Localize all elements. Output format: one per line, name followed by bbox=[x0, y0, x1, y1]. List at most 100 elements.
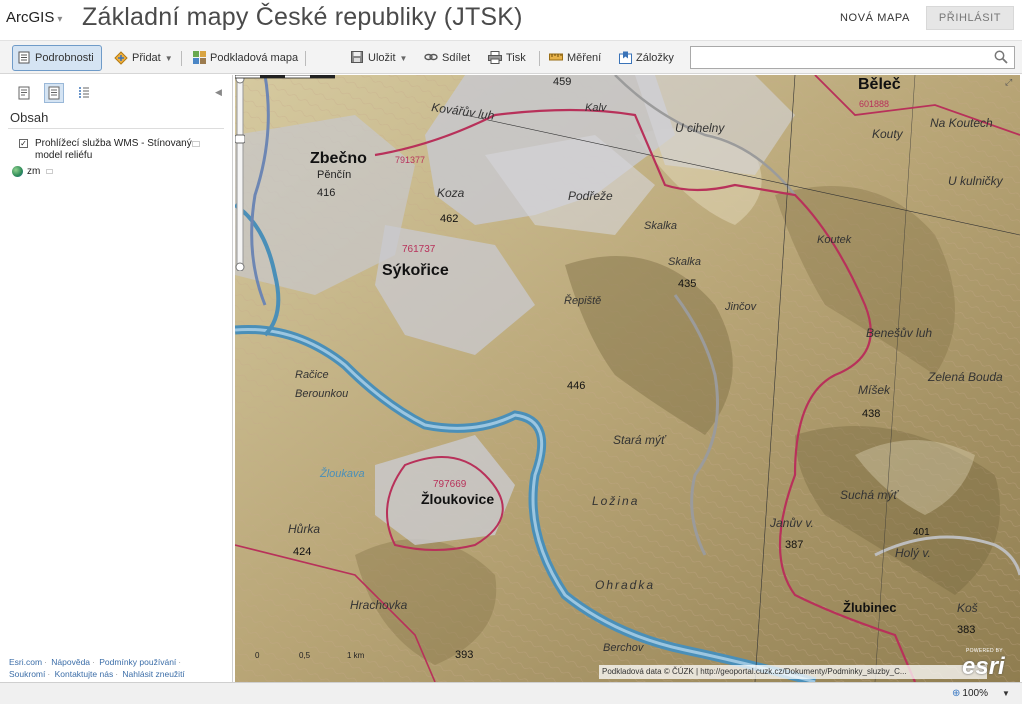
map-label: Míšek bbox=[858, 383, 891, 397]
contents-panel: ◀ Obsah ✓ Prohlížecí služba WMS - Stínov… bbox=[0, 75, 233, 682]
map-label: Suchá mýť bbox=[840, 488, 899, 502]
print-button[interactable]: Tisk bbox=[484, 45, 530, 71]
sublayer-name[interactable]: zm bbox=[27, 166, 40, 177]
search-input[interactable] bbox=[690, 46, 1015, 69]
share-button[interactable]: Sdílet bbox=[420, 45, 474, 71]
save-label: Uložit bbox=[368, 52, 396, 64]
expand-map-icon[interactable]: ⤢ bbox=[1005, 77, 1012, 88]
map-label: 401 bbox=[913, 527, 930, 538]
footer-link[interactable]: Kontaktujte nás bbox=[55, 669, 114, 679]
tab-about[interactable] bbox=[14, 83, 34, 103]
map-label: 446 bbox=[567, 380, 585, 392]
map-label: Račice bbox=[295, 369, 329, 381]
add-icon bbox=[114, 51, 128, 65]
map-label: Běleč bbox=[858, 76, 901, 93]
map-label: Berounkou bbox=[295, 388, 348, 400]
scale-label: 1 km bbox=[347, 651, 365, 660]
new-map-link[interactable]: NOVÁ MAPA bbox=[840, 12, 910, 24]
basemap-button[interactable]: Podkladová mapa bbox=[188, 45, 302, 71]
save-button[interactable]: Uložit ▼ bbox=[346, 45, 411, 71]
chevron-down-icon: ▼ bbox=[164, 53, 173, 63]
brand-label: ArcGIS bbox=[6, 9, 55, 26]
map-label: 601888 bbox=[859, 99, 889, 109]
sign-in-button[interactable]: PŘIHLÁSIT bbox=[926, 6, 1014, 30]
details-label: Podrobnosti bbox=[35, 52, 94, 64]
panel-heading: Obsah bbox=[10, 110, 49, 125]
map-label: 791377 bbox=[395, 155, 425, 165]
footer-link[interactable]: Podmínky používání bbox=[99, 657, 176, 667]
zoom-value: 100% bbox=[962, 688, 988, 699]
bookmark-icon bbox=[618, 51, 632, 65]
ruler-icon bbox=[549, 51, 563, 65]
add-label: Přidat bbox=[132, 52, 161, 64]
add-button[interactable]: Přidat ▼ bbox=[110, 45, 177, 71]
map-label: Podřeže bbox=[568, 189, 613, 203]
chevron-down-icon: ▾ bbox=[57, 14, 63, 25]
layers-list-icon bbox=[48, 86, 60, 100]
tab-legend[interactable] bbox=[74, 83, 94, 103]
layer-item: ✓ Prohlížecí služba WMS - Stínovaný mode… bbox=[19, 138, 195, 162]
map-label: 383 bbox=[957, 624, 975, 636]
map-label: 435 bbox=[678, 278, 696, 290]
map-view[interactable]: 459 Kalv Kovářův luh Běleč 601888 Kouty … bbox=[235, 75, 1020, 682]
zoom-handle bbox=[235, 134, 245, 144]
map-label: Koza bbox=[437, 186, 465, 200]
map-label: 459 bbox=[553, 76, 571, 88]
map-label: Janův v. bbox=[769, 516, 814, 530]
map-label: 393 bbox=[455, 649, 473, 661]
map-attribution: Podkladová data © ČÚZK | http://geoporta… bbox=[599, 665, 987, 679]
toolbar-divider bbox=[181, 51, 182, 66]
map-label: 438 bbox=[862, 408, 880, 420]
map-label: Kalv bbox=[585, 102, 608, 114]
bookmarks-button[interactable]: Záložky bbox=[614, 45, 678, 71]
panel-tabs bbox=[14, 83, 94, 103]
measure-button[interactable]: Měření bbox=[545, 45, 605, 71]
map-label: Žlubinec bbox=[843, 600, 896, 615]
map-label: Koš bbox=[957, 601, 978, 615]
map-label: Hrachovka bbox=[350, 598, 408, 612]
arcgis-menu[interactable]: ArcGIS ▾ bbox=[6, 9, 62, 26]
document-icon bbox=[18, 86, 30, 100]
link-icon bbox=[424, 51, 438, 65]
map-label: 424 bbox=[293, 546, 311, 558]
sublayer-options-icon[interactable] bbox=[46, 169, 54, 174]
layer-options-icon[interactable] bbox=[192, 141, 200, 147]
map-label: 797669 bbox=[433, 479, 467, 490]
map-label: 387 bbox=[785, 539, 803, 551]
map-label: Stará mýť bbox=[613, 433, 667, 447]
divider bbox=[8, 128, 224, 129]
print-label: Tisk bbox=[506, 52, 526, 64]
map-label: Holý v. bbox=[895, 546, 931, 560]
footer-link[interactable]: Nahlásit zneužití bbox=[122, 669, 184, 679]
footer-links: Esri.com · Nápověda · Podmínky používání · … bbox=[9, 657, 185, 679]
toolbar-divider bbox=[539, 51, 540, 66]
zoom-slider[interactable] bbox=[235, 75, 245, 271]
map-label: Řepiště bbox=[564, 294, 601, 307]
esri-logo[interactable]: esri bbox=[962, 653, 1005, 681]
map-label: 761737 bbox=[402, 244, 436, 255]
printer-icon bbox=[488, 51, 502, 65]
scale-label: 0 bbox=[255, 651, 260, 660]
legend-icon bbox=[79, 87, 89, 98]
footer-link[interactable]: Esri.com bbox=[9, 657, 42, 667]
footer-link[interactable]: Soukromí bbox=[9, 669, 45, 679]
zoom-level-control[interactable]: ⊕ 100% ▼ bbox=[952, 688, 1010, 699]
collapse-panel-icon[interactable]: ◀ bbox=[215, 87, 222, 98]
layer-name[interactable]: Prohlížecí služba WMS - Stínovaný model … bbox=[35, 138, 195, 162]
layer-visibility-checkbox[interactable]: ✓ bbox=[19, 139, 28, 148]
search-icon[interactable] bbox=[994, 50, 1008, 64]
details-button[interactable]: Podrobnosti bbox=[12, 45, 102, 71]
map-label: Žloukava bbox=[319, 467, 365, 480]
map-label: U cihelny bbox=[675, 121, 725, 135]
basemap-icon bbox=[192, 51, 206, 65]
map-label: Zbečno bbox=[310, 150, 367, 167]
share-label: Sdílet bbox=[442, 52, 471, 64]
map-label: Ohradka bbox=[595, 578, 655, 592]
app-header: ArcGIS ▾ Základní mapy České republiky (J… bbox=[0, 0, 1022, 40]
tab-content[interactable] bbox=[44, 83, 64, 103]
map-canvas[interactable]: 459 Kalv Kovářův luh Běleč 601888 Kouty … bbox=[235, 75, 1020, 682]
scale-label: 0,5 bbox=[299, 651, 311, 660]
map-label: Jinčov bbox=[724, 301, 758, 313]
map-label: Pěnčín bbox=[317, 169, 351, 181]
footer-link[interactable]: Nápověda bbox=[51, 657, 90, 667]
